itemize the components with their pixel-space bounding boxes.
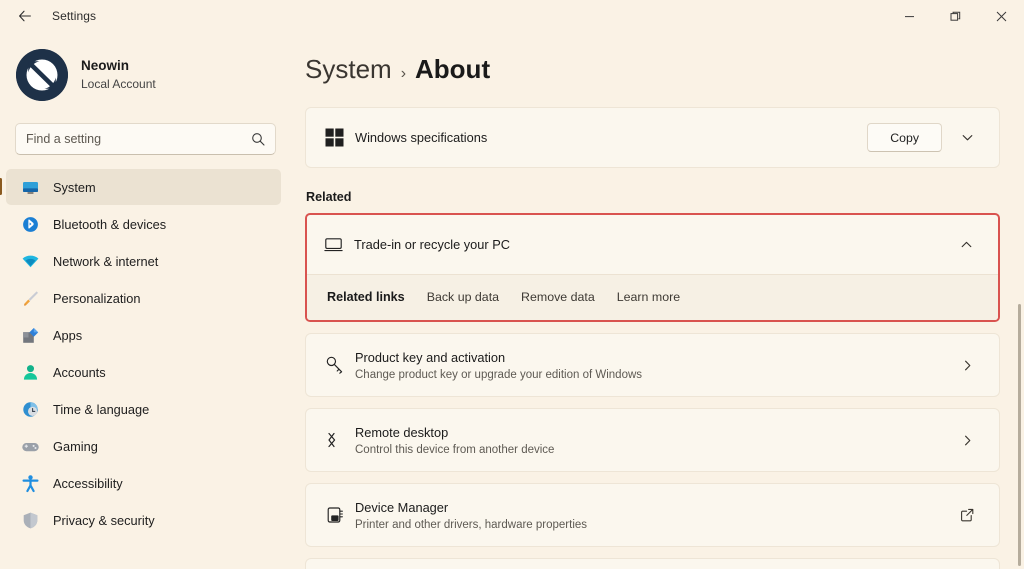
neowin-logo-icon: [16, 49, 68, 101]
person-icon: [21, 363, 40, 382]
sidebar-item-personalization[interactable]: Personalization: [6, 280, 281, 316]
chevron-right-icon[interactable]: [952, 359, 982, 372]
tradein-expanded-panel: Related links Back up data Remove data L…: [307, 274, 998, 320]
card-subtitle: Control this device from another device: [355, 444, 555, 456]
link-learn-more[interactable]: Learn more: [617, 290, 680, 304]
sidebar-item-label: Accessibility: [53, 475, 123, 491]
bitlocker-row[interactable]: BitLocker: [306, 559, 999, 569]
related-section-label: Related: [306, 190, 352, 204]
card-subtitle: Change product key or upgrade your editi…: [355, 369, 643, 381]
card-title: Windows specifications: [355, 129, 488, 145]
chevron-up-icon[interactable]: [951, 230, 981, 260]
card-title: Remote desktop: [355, 425, 449, 440]
link-back-up-data[interactable]: Back up data: [427, 290, 499, 304]
remote-desktop-icon: [325, 430, 355, 450]
paintbrush-icon: [21, 289, 40, 308]
remote-desktop-card: Remote desktop Control this device from …: [305, 408, 1000, 472]
apps-icon: [21, 326, 40, 345]
tradein-row[interactable]: Trade-in or recycle your PC: [307, 215, 998, 274]
bitlocker-card: BitLocker: [305, 558, 1000, 569]
sidebar-item-label: Apps: [53, 327, 83, 343]
sidebar-item-label: Network & internet: [53, 253, 159, 269]
chevron-right-icon[interactable]: [952, 434, 982, 447]
breadcrumb-separator-icon: ›: [400, 65, 407, 82]
card-title: Device Manager: [355, 500, 449, 515]
sidebar-item-label: Time & language: [53, 401, 150, 417]
related-links-label: Related links: [327, 290, 405, 304]
device-manager-row[interactable]: Device Manager Printer and other drivers…: [306, 484, 999, 546]
search-icon: [251, 132, 265, 146]
sidebar-item-network-internet[interactable]: Network & internet: [6, 243, 281, 279]
tradein-card-highlighted: Trade-in or recycle your PC Related link…: [305, 213, 1000, 322]
shield-icon: [21, 511, 40, 530]
close-icon: [996, 11, 1006, 21]
copy-button[interactable]: Copy: [867, 123, 942, 152]
back-button[interactable]: [8, 1, 42, 31]
wifi-icon: [21, 252, 40, 271]
bluetooth-icon: [21, 215, 40, 234]
accessibility-icon: [21, 474, 40, 493]
sidebar-item-privacy-security[interactable]: Privacy & security: [6, 502, 281, 538]
product-key-row[interactable]: Product key and activation Change produc…: [306, 334, 999, 396]
back-arrow-icon: [19, 10, 31, 22]
sidebar-item-accounts[interactable]: Accounts: [6, 354, 281, 390]
key-icon: [325, 355, 355, 375]
sidebar-item-time-language[interactable]: Time & language: [6, 391, 281, 427]
account-block[interactable]: Neowin Local Account: [16, 49, 290, 101]
minimize-button[interactable]: [886, 0, 932, 32]
account-name: Neowin: [81, 58, 130, 74]
close-button[interactable]: [978, 0, 1024, 32]
remote-desktop-row[interactable]: Remote desktop Control this device from …: [306, 409, 999, 471]
sidebar-item-label: Bluetooth & devices: [53, 216, 167, 232]
chevron-down-icon[interactable]: [952, 123, 982, 153]
device-manager-card: Device Manager Printer and other drivers…: [305, 483, 1000, 547]
sidebar-item-system[interactable]: System: [0, 169, 281, 205]
card-title: Trade-in or recycle your PC: [354, 236, 510, 252]
breadcrumb-parent[interactable]: System: [305, 54, 392, 85]
search-box[interactable]: [15, 123, 276, 155]
windows-specifications-card: Windows specifications Copy: [305, 107, 1000, 168]
clock-globe-icon: [21, 400, 40, 419]
sidebar: Neowin Local Account Find a setting Syst…: [0, 32, 290, 569]
monitor-outline-icon: [324, 235, 354, 254]
breadcrumb: System › About: [305, 54, 1024, 85]
window-title: Settings: [52, 9, 97, 23]
monitor-icon: [21, 178, 40, 197]
sidebar-item-label: Personalization: [53, 290, 141, 306]
gamepad-icon: [21, 437, 40, 456]
device-manager-icon: [325, 505, 355, 525]
card-title: Product key and activation: [355, 350, 506, 365]
windows-logo-icon: [325, 128, 355, 147]
sidebar-item-label: Accounts: [53, 364, 106, 380]
minimize-icon: [904, 15, 914, 17]
avatar: [16, 49, 68, 101]
sidebar-item-label: Gaming: [53, 438, 98, 454]
sidebar-item-label: System: [53, 179, 96, 195]
product-key-card: Product key and activation Change produc…: [305, 333, 1000, 397]
card-subtitle: Printer and other drivers, hardware prop…: [355, 519, 588, 531]
windows-specifications-row[interactable]: Windows specifications Copy: [306, 108, 999, 167]
sidebar-item-label: Privacy & security: [53, 512, 155, 528]
sidebar-item-gaming[interactable]: Gaming: [6, 428, 281, 464]
page-title: About: [415, 54, 491, 84]
sidebar-item-apps[interactable]: Apps: [6, 317, 281, 353]
restore-icon: [950, 11, 960, 21]
main-content: System › About Windows specifications Co…: [290, 32, 1024, 569]
scrollbar-thumb[interactable]: [1018, 304, 1021, 566]
title-bar: Settings: [0, 0, 1024, 32]
settings-window: Settings Neowin Local Account Find a set…: [0, 0, 1024, 569]
sidebar-nav: System Bluetooth & devices Network & int…: [0, 169, 290, 538]
search-input[interactable]: [26, 132, 251, 146]
sidebar-item-accessibility[interactable]: Accessibility: [6, 465, 281, 501]
sidebar-item-bluetooth-devices[interactable]: Bluetooth & devices: [6, 206, 281, 242]
account-type: Local Account: [81, 76, 156, 91]
external-link-icon[interactable]: [952, 508, 982, 522]
maximize-button[interactable]: [932, 0, 978, 32]
window-controls: [886, 0, 1024, 32]
link-remove-data[interactable]: Remove data: [521, 290, 595, 304]
